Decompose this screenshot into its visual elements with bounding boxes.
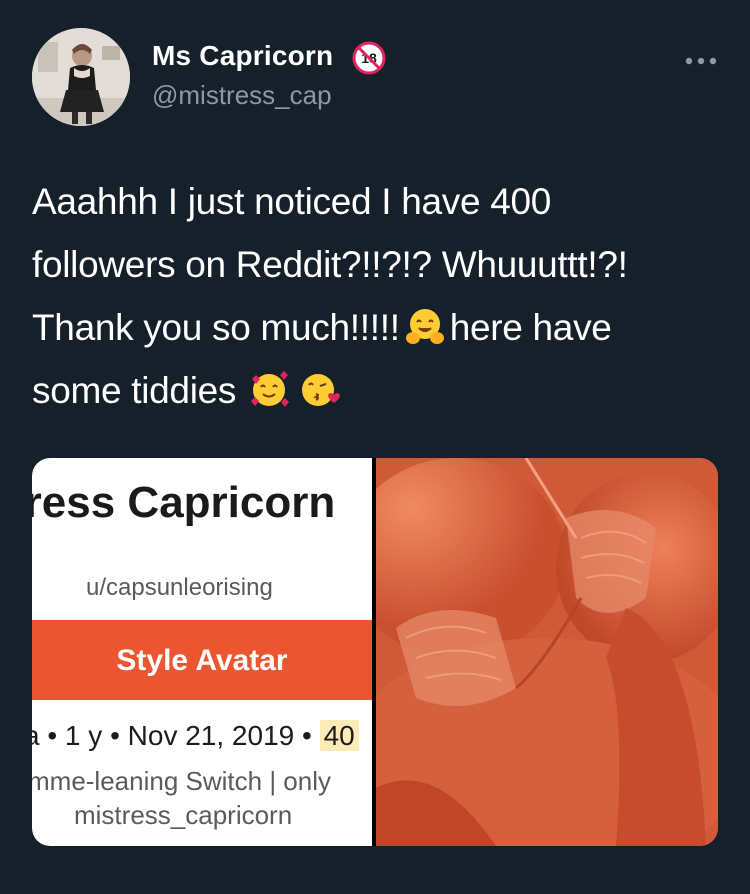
tweet-page: Ms Capricorn 18 @mistress_cap Aaahhh I j…: [0, 0, 750, 894]
reddit-profile-screenshot[interactable]: tress Capricorn u/capsunleorising Style …: [32, 458, 372, 846]
18-plus-prohibited-icon: 18: [352, 41, 386, 75]
reddit-karma-count: 40: [319, 720, 359, 751]
hugging-face-emoji: [405, 309, 444, 344]
tweet-text-line-3: Thank you so much!!!!! here have: [32, 296, 732, 359]
reddit-username: u/capsunleorising: [86, 574, 273, 601]
tweet-text-line-3-start: Thank you so much!!!!!: [32, 307, 400, 348]
tweet-text-line-4-start: some tiddies: [32, 370, 237, 411]
tweet-photo[interactable]: [376, 458, 718, 846]
tweet-text-line-2: followers on Reddit?!!?!? Whuuuttt!?!: [32, 244, 628, 285]
smiling-face-with-hearts-emoji: [251, 371, 290, 407]
avatar-photo-icon: [32, 28, 130, 126]
style-avatar-button: Style Avatar: [32, 620, 372, 700]
tweet-text-line-1: Aaahhh I just noticed I have 400: [32, 181, 552, 222]
author-display-name[interactable]: Ms Capricorn: [152, 40, 333, 72]
reddit-bio-line-2: mistress_capricorn: [74, 800, 293, 830]
photo-image: [376, 458, 718, 846]
author-avatar[interactable]: [32, 28, 130, 126]
tweet-body: Aaahhh I just noticed I have 400 followe…: [32, 170, 732, 422]
more-options-icon[interactable]: [684, 56, 718, 66]
author-handle[interactable]: @mistress_cap: [152, 80, 332, 111]
reddit-meta-text: a • 1 y • Nov 21, 2019 •: [32, 720, 312, 751]
tweet-text-line-4: some tiddies: [32, 359, 732, 422]
tweet-media[interactable]: tress Capricorn u/capsunleorising Style …: [32, 458, 718, 846]
reddit-bio-line-1: mme-leaning Switch | only: [32, 766, 331, 796]
reddit-profile-meta: a • 1 y • Nov 21, 2019 • 40: [32, 720, 359, 752]
tweet-text-line-3-end: here have: [449, 307, 612, 348]
face-blowing-kiss-emoji: [302, 374, 341, 406]
reddit-profile-name: tress Capricorn: [32, 478, 336, 527]
